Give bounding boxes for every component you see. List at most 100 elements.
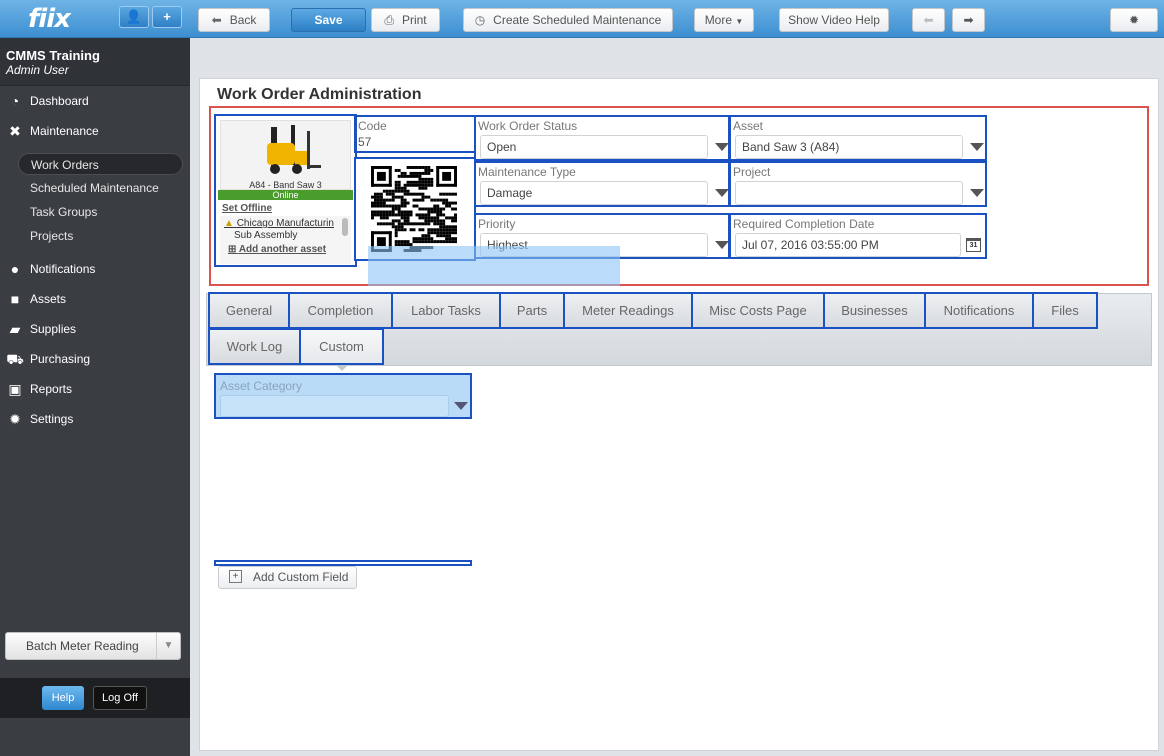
more-button[interactable]: More ▼	[694, 8, 754, 32]
user-role: Admin User	[6, 63, 69, 77]
arrow-left-icon: ⬅	[923, 13, 934, 27]
chevron-down-icon[interactable]	[970, 143, 984, 151]
nav-assets[interactable]: ■ Assets	[4, 287, 188, 311]
chevron-down-icon[interactable]	[715, 143, 729, 151]
asset-name: A84 - Band Saw 3	[249, 180, 322, 190]
add-icon: ⊞	[228, 244, 237, 255]
chevron-down-icon[interactable]	[970, 189, 984, 197]
code-field: Code 57	[354, 115, 476, 153]
tab-custom[interactable]: Custom	[299, 328, 384, 365]
asset-location-list: ▲ Chicago Manufacturin Sub Assembly ⊞ Ad…	[220, 216, 351, 264]
status-label: Work Order Status	[478, 119, 578, 133]
nav-reports[interactable]: ▣ Reports	[4, 377, 188, 401]
add-another-asset-link[interactable]: ⊞ Add another asset	[228, 244, 326, 255]
nav-purchasing[interactable]: ⛟ Purchasing	[4, 347, 188, 371]
arrow-left-icon: ⬅	[211, 13, 222, 27]
nav-notifications-label: Notifications	[30, 262, 96, 276]
maintenance-type-label: Maintenance Type	[478, 165, 576, 179]
previous-record-button[interactable]: ⬅	[912, 8, 945, 32]
print-button[interactable]: ⎙ Print	[371, 8, 440, 32]
fiix-logo[interactable]: fiix	[28, 4, 71, 34]
batch-meter-label: Batch Meter Reading	[26, 639, 139, 653]
chevron-down-icon[interactable]	[454, 402, 468, 410]
batch-meter-reading-button[interactable]: Batch Meter Reading ▼	[5, 632, 181, 660]
more-label: More	[704, 13, 733, 27]
user-info: CMMS Training Admin User	[0, 38, 190, 86]
nav-dashboard-label: Dashboard	[30, 94, 89, 108]
nav-supplies[interactable]: ▰ Supplies	[4, 317, 188, 341]
location-icon: ▲	[224, 218, 234, 229]
create-scheduled-maintenance-button[interactable]: ◷ Create Scheduled Maintenance	[463, 8, 673, 32]
nav-projects[interactable]: Projects	[18, 225, 183, 247]
calendar-icon[interactable]: 31	[966, 238, 981, 252]
log-off-button[interactable]: Log Off	[93, 686, 147, 710]
nav-work-orders[interactable]: Work Orders	[18, 153, 183, 175]
chevron-down-icon[interactable]	[715, 189, 729, 197]
back-button[interactable]: ⬅ Back	[198, 8, 270, 32]
plus-icon: +	[229, 570, 242, 583]
scrollbar[interactable]	[342, 218, 348, 236]
rcd-value: Jul 07, 2016 03:55:00 PM	[742, 238, 879, 252]
tab-parts[interactable]: Parts	[499, 292, 565, 329]
caret-down-icon: ▼	[735, 17, 744, 26]
tab-misc-costs-page[interactable]: Misc Costs Page	[691, 292, 825, 329]
tab-businesses[interactable]: Businesses	[823, 292, 926, 329]
show-video-help-button[interactable]: Show Video Help	[779, 8, 889, 32]
tab-work-log[interactable]: Work Log	[208, 328, 301, 365]
org-name: CMMS Training	[6, 48, 100, 63]
required-completion-date-field: Required Completion Date Jul 07, 2016 03…	[729, 213, 987, 259]
tab-files[interactable]: Files	[1032, 292, 1098, 329]
nav-scheduled-maintenance[interactable]: Scheduled Maintenance	[18, 177, 183, 199]
nav-notifications[interactable]: ● Notifications	[4, 257, 188, 281]
nav-task-groups[interactable]: Task Groups	[18, 201, 183, 223]
page-title: Work Order Administration	[217, 86, 422, 103]
nav-dashboard[interactable]: ◔ Dashboard	[4, 89, 188, 113]
nav-supplies-label: Supplies	[30, 322, 77, 336]
user-button[interactable]: 👤	[119, 6, 149, 28]
code-label: Code	[358, 119, 387, 133]
next-record-button[interactable]: ➡	[952, 8, 985, 32]
tab-general[interactable]: General	[208, 292, 290, 329]
maintenance-type-value: Damage	[487, 186, 533, 200]
tab-notifications[interactable]: Notifications	[924, 292, 1034, 329]
nav-settings[interactable]: ✹ Settings	[4, 407, 188, 431]
nav-maintenance-label: Maintenance	[30, 124, 99, 138]
asset-label: Asset	[733, 119, 764, 133]
add-custom-field-label: Add Custom Field	[253, 570, 349, 584]
chevron-down-icon[interactable]: ▼	[156, 633, 180, 659]
set-offline-link[interactable]: Set Offline	[222, 203, 272, 214]
code-value: 57	[358, 135, 372, 149]
save-button[interactable]: Save	[291, 8, 366, 32]
help-button[interactable]: Help	[42, 686, 84, 710]
asset-category-select[interactable]	[220, 395, 449, 417]
tab-meter-readings[interactable]: Meter Readings	[563, 292, 693, 329]
required-completion-date-input[interactable]: Jul 07, 2016 03:55:00 PM	[735, 233, 961, 257]
project-field: Project	[729, 161, 987, 207]
gear-icon: ✹	[9, 411, 21, 427]
create-sm-label: Create Scheduled Maintenance	[493, 13, 662, 27]
settings-button[interactable]: ✹	[1110, 8, 1158, 32]
project-select[interactable]	[735, 181, 984, 205]
add-button[interactable]: +	[152, 6, 182, 28]
asset-card: A84 - Band Saw 3 Online Set Offline ▲ Ch…	[214, 114, 357, 267]
nav-assets-label: Assets	[30, 292, 67, 306]
asset-field: Asset Band Saw 3 (A84)	[729, 115, 987, 161]
printer-icon: ⎙	[384, 13, 394, 27]
location-link[interactable]: ▲ Chicago Manufacturin	[224, 218, 338, 229]
tab-completion[interactable]: Completion	[288, 292, 393, 329]
arrow-right-icon: ➡	[963, 13, 974, 27]
asset-select[interactable]: Band Saw 3 (A84)	[735, 135, 984, 159]
nav-purchasing-label: Purchasing	[30, 352, 91, 366]
chart-icon: ▣	[8, 381, 22, 397]
add-custom-field-button[interactable]: + Add Custom Field	[218, 566, 357, 589]
asset-value: Band Saw 3 (A84)	[742, 140, 840, 154]
chevron-down-icon[interactable]	[715, 241, 729, 249]
tab-labor-tasks[interactable]: Labor Tasks	[391, 292, 501, 329]
maintenance-type-select[interactable]: Damage	[480, 181, 729, 205]
status-value: Open	[487, 140, 517, 154]
active-tab-pointer	[336, 365, 348, 371]
nav-maintenance[interactable]: ✖ Maintenance	[4, 119, 188, 143]
work-order-status-select[interactable]: Open	[480, 135, 729, 159]
selection-highlight	[368, 246, 620, 286]
status-badge: Online	[218, 190, 353, 200]
